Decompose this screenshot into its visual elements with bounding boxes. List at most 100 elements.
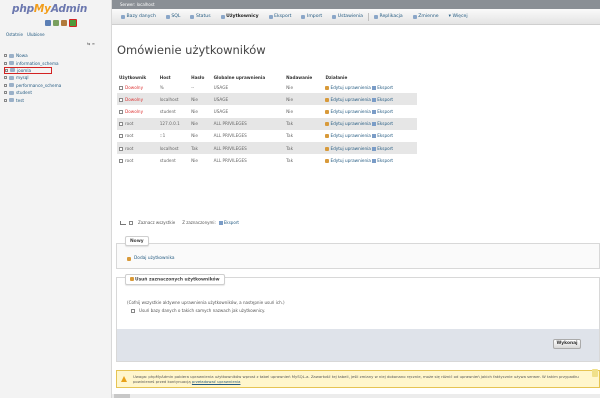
add-user-icon [127,256,131,261]
check-all-checkbox[interactable] [129,220,133,225]
row-checkbox[interactable] [119,122,123,127]
table-row: root ::1 Nie ALL PRIVILEGES Tak Edytuj u… [117,129,417,142]
export-icon [372,134,377,139]
navigation-panel: phpMyAdmin Ostatnie Ulubione ⇆ ∞ Nowa in… [0,0,112,398]
tab-import[interactable]: Import [296,14,327,19]
logout-icon[interactable] [53,20,59,26]
tree-item-new[interactable]: Nowa [4,52,108,59]
export-user-link[interactable]: Eksport [372,146,393,151]
column-header-grant[interactable]: Nadawanie [284,73,323,81]
tree-item-mysql[interactable]: mysql [4,74,108,81]
tree-item-student[interactable]: student [4,89,108,96]
expand-icon[interactable] [4,54,7,58]
tree-item-performance-schema[interactable]: performance_schema [4,82,108,89]
column-header-user[interactable]: Użytkownik [117,73,158,81]
export-selected-button[interactable]: Eksport [218,220,239,225]
edit-user-icon [325,85,330,90]
export-user-link[interactable]: Eksport [372,97,393,102]
edit-privileges-link[interactable]: Edytuj uprawnienia [325,85,371,90]
action-cell: Edytuj uprawnienia Eksport [323,81,417,94]
user-cell: root [117,117,158,130]
expand-icon[interactable] [5,68,8,72]
tab-status[interactable]: Status [185,14,215,19]
edit-privileges-link[interactable]: Edytuj uprawnienia [325,121,371,127]
privileges-cell: USAGE [211,81,285,94]
tab-sql[interactable]: SQL [161,14,186,19]
favorites-link[interactable]: Ulubione [27,32,45,37]
phpmyadmin-logo[interactable]: phpMyAdmin [12,3,87,15]
expand-icon[interactable] [4,61,7,65]
console-toggle[interactable] [114,394,130,398]
edit-privileges-link[interactable]: Edytuj uprawnienia [325,109,371,114]
user-cell: Dowolny [117,81,158,94]
tree-item-joomla[interactable]: joomla [4,66,52,75]
export-user-link[interactable]: Eksport [372,109,393,114]
export-icon [372,122,377,127]
export-user-link[interactable]: Eksport [372,85,393,90]
grant-cell: Nie [284,81,324,94]
tab-export[interactable]: Eksport [264,14,297,19]
row-checkbox[interactable] [119,134,123,139]
go-button[interactable]: Wykonaj [553,339,581,349]
export-user-link[interactable]: Eksport [372,121,393,127]
row-checkbox[interactable] [119,158,123,163]
nav-icon-row [45,19,77,27]
expand-icon[interactable] [4,91,7,95]
recent-link[interactable]: Ostatnie [6,32,23,37]
users-icon [220,14,225,19]
database-icon [9,98,14,103]
export-user-link[interactable]: Eksport [372,158,393,163]
export-user-link[interactable]: Eksport [372,133,393,139]
tree-item-information-schema[interactable]: information_schema [4,59,108,66]
page-title: Omówienie użytkowników [117,43,266,57]
new-user-fieldset: Nowy Dodaj użytkownika [116,236,600,269]
replication-icon [373,14,378,19]
column-header-host[interactable]: Host [158,73,189,81]
drop-databases-checkbox[interactable] [131,308,135,313]
user-cell: root [117,141,158,155]
row-checkbox[interactable] [119,97,123,102]
privileges-cell: USAGE [211,105,285,118]
password-cell: Nie [189,93,212,106]
tab-settings[interactable]: Ustawienia [327,14,368,19]
check-all-label[interactable]: Zaznacz wszystkie [138,220,175,225]
grant-cell: Tak [284,154,324,167]
edit-privileges-link[interactable]: Edytuj uprawnienia [325,133,371,139]
server-breadcrumb[interactable]: Serwer: localhost [120,2,155,7]
expand-icon[interactable] [4,98,7,102]
users-table: Użytkownik Host Hasło Globalne uprawnien… [117,73,417,167]
export-icon [372,158,377,163]
expand-icon[interactable] [4,83,7,87]
tab-replication[interactable]: Replikacja [369,14,408,19]
grant-cell: Tak [284,129,324,142]
expand-icon[interactable] [4,76,7,80]
grant-cell: Tak [284,141,324,155]
edit-privileges-link[interactable]: Edytuj uprawnienia [325,146,371,151]
column-header-privileges[interactable]: Globalne uprawnienia [212,73,285,81]
reload-privileges-link[interactable]: przeładować uprawnienia [192,379,241,384]
privileges-notice: Uwaga: phpMyAdmin pobiera uprawnienia uż… [116,370,600,388]
tab-users[interactable]: Użytkownicy [216,14,264,19]
edit-privileges-link[interactable]: Edytuj uprawnienia [325,97,371,102]
export-icon [372,109,377,114]
tab-more[interactable]: ▾ Więcej [444,14,473,19]
add-user-link[interactable]: Dodaj użytkownika [127,256,175,261]
home-icon[interactable] [45,20,51,26]
tab-variables[interactable]: Zmienne [408,14,444,19]
row-checkbox[interactable] [119,146,123,151]
docs-icon[interactable] [61,20,67,26]
column-header-password[interactable]: Hasło [189,73,212,81]
edit-privileges-link[interactable]: Edytuj uprawnienia [325,158,371,163]
tree-item-test[interactable]: test [4,96,108,103]
arrow-icon [120,220,126,225]
edit-user-icon [325,122,330,127]
database-icon [9,83,14,88]
with-selected-label: Z zaznaczonymi: [182,220,216,225]
collapse-all-icon[interactable]: ⇆ ∞ [87,41,95,46]
privileges-cell: USAGE [211,93,285,106]
row-checkbox[interactable] [119,109,123,114]
scroll-indicator[interactable] [592,369,598,377]
reload-icon[interactable] [69,19,77,27]
row-checkbox[interactable] [119,85,123,90]
tab-databases[interactable]: Bazy danych [116,14,161,19]
